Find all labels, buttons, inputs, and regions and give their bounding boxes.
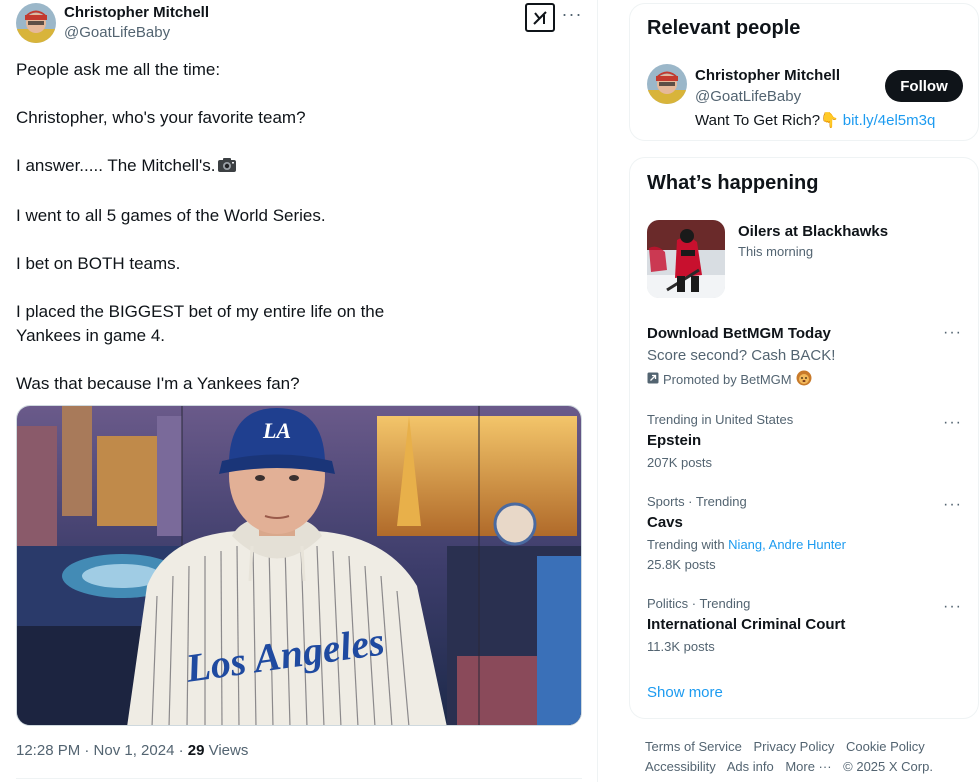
promoted-by: Promoted by BetMGM (647, 370, 967, 389)
bio-text: Want To Get Rich? (695, 112, 821, 129)
trend-topic: Epstein (647, 432, 702, 449)
tweet-paragraph: I bet on BOTH teams. (16, 254, 181, 273)
trend-item[interactable]: Sports · Trending Cavs Trending with Nia… (647, 494, 967, 573)
trend-context: Sports · Trending (647, 494, 747, 509)
author-handle[interactable]: @GoatLifeBaby (64, 24, 170, 41)
grok-icon[interactable] (525, 3, 555, 32)
footer-link-cookies[interactable]: Cookie Policy (846, 739, 925, 754)
trend-topic: International Criminal Court (647, 616, 846, 633)
footer-link-privacy[interactable]: Privacy Policy (753, 739, 834, 754)
sport-event-title[interactable]: Oilers at Blackhawks (738, 223, 888, 240)
tweet-paragraph: I placed the BIGGEST bet of my entire li… (16, 302, 385, 345)
views-count: 29 (187, 742, 205, 759)
trend-posts: 11.3K posts (647, 639, 715, 654)
promoted-trend[interactable]: Download BetMGM Today Score second? Cash… (647, 324, 967, 389)
tweet-meta: 12:28 PM · Nov 1, 2024 · 29 Views (16, 742, 248, 759)
more-dots-icon[interactable]: ··· (943, 496, 962, 514)
tweet-paragraph: I went to all 5 games of the World Serie… (16, 206, 326, 225)
views-label: Views (204, 742, 249, 759)
relevant-person-avatar[interactable] (647, 64, 687, 104)
promoted-title: Download BetMGM Today (647, 325, 831, 342)
trend-context: Trending in United States (647, 412, 794, 427)
trend-context: Politics · Trending (647, 596, 751, 611)
trend-posts: 207K posts (647, 455, 713, 470)
tweet-detail: Christopher Mitchell @GoatLifeBaby ··· P… (0, 0, 598, 782)
more-dots-icon[interactable]: ··· (560, 4, 584, 28)
follow-button[interactable]: Follow (885, 70, 963, 102)
sidebar-footer: Terms of Service Privacy Policy Cookie P… (645, 737, 965, 777)
promoted-subtitle: Score second? Cash BACK! (647, 347, 836, 364)
relevant-people-title: Relevant people (647, 17, 801, 39)
footer-link-ads-info[interactable]: Ads info (727, 759, 774, 774)
promoted-by-text: Promoted by BetMGM (663, 372, 792, 387)
tweet-media-image[interactable]: LA Los Angeles (16, 405, 582, 726)
relevant-person-bio: Want To Get Rich?👇 bit.ly/4el5m3q (695, 111, 935, 129)
tweet-paragraph-with-emoji: I answer..... The Mitchell's. (16, 154, 576, 180)
whats-happening-title: What’s happening (647, 172, 819, 194)
footer-copyright: © 2025 X Corp. (843, 759, 933, 774)
bio-link[interactable]: bit.ly/4el5m3q (843, 112, 936, 129)
camera-emoji-icon (217, 156, 237, 180)
cap-logo-text: LA (262, 418, 291, 443)
author-avatar[interactable] (16, 3, 56, 43)
sport-event-time: This morning (738, 244, 814, 259)
more-dots-icon[interactable]: ··· (943, 324, 962, 342)
promoted-icon (647, 372, 659, 387)
trend-related: Trending with Niang, Andre Hunter (647, 537, 967, 553)
trend-topic: Cavs (647, 514, 683, 531)
tweet-paragraph: Was that because I'm a Yankees fan? (16, 374, 300, 393)
trending-with-links[interactable]: Niang, Andre Hunter (728, 537, 846, 552)
relevant-person-name[interactable]: Christopher Mitchell (695, 67, 840, 84)
tweet-paragraph: Christopher, who's your favorite team? (16, 108, 306, 127)
author-name[interactable]: Christopher Mitchell (64, 4, 209, 21)
whats-happening-card: What’s happening Oilers at Blackhawks Th… (629, 157, 979, 719)
tweet-text: People ask me all the time: Christopher,… (16, 58, 576, 420)
footer-link-accessibility[interactable]: Accessibility (645, 759, 716, 774)
tweet-timestamp[interactable]: 12:28 PM · Nov 1, 2024 · (16, 742, 188, 759)
relevant-people-card: Relevant people Christopher Mitchell @Go… (629, 3, 979, 141)
sport-event-thumbnail[interactable] (647, 220, 725, 298)
tweet-paragraph: I answer..... The Mitchell's. (16, 156, 216, 175)
pointing-down-emoji-icon: 👇 (820, 112, 839, 129)
lion-emoji-icon (796, 370, 812, 389)
divider (16, 778, 582, 779)
more-dots-icon[interactable]: ··· (943, 598, 962, 616)
footer-link-more[interactable]: More ··· (785, 759, 831, 774)
relevant-person-handle[interactable]: @GoatLifeBaby (695, 88, 801, 105)
tweet-paragraph: People ask me all the time: (16, 60, 221, 79)
footer-link-terms[interactable]: Terms of Service (645, 739, 742, 754)
trend-item[interactable]: Politics · Trending International Crimin… (647, 596, 967, 655)
show-more-link[interactable]: Show more (647, 684, 723, 701)
trend-posts: 25.8K posts (647, 557, 716, 572)
trend-item[interactable]: Trending in United States Epstein 207K p… (647, 412, 967, 471)
more-dots-icon[interactable]: ··· (943, 414, 962, 432)
trending-with-label: Trending with (647, 537, 729, 552)
